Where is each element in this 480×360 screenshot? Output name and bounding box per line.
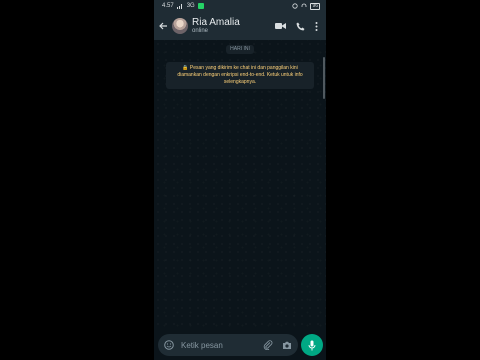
contact-name[interactable]: Ria Amalia xyxy=(192,17,275,28)
battery-indicator: 96 xyxy=(310,2,320,10)
whatsapp-notification-icon xyxy=(197,3,204,9)
avatar[interactable] xyxy=(172,18,188,34)
signal-icon xyxy=(176,3,184,9)
status-bar: 4.57 3G 96 xyxy=(154,0,326,12)
chat-scrollbar[interactable] xyxy=(323,57,325,99)
status-time: 4.57 xyxy=(162,3,174,9)
video-call-icon[interactable] xyxy=(275,22,286,30)
attach-icon[interactable] xyxy=(263,340,273,350)
mic-icon xyxy=(308,340,316,351)
mic-button[interactable] xyxy=(301,334,323,356)
alarm-icon xyxy=(292,3,299,9)
network-type: 3G xyxy=(186,3,195,9)
encryption-notice[interactable]: 🔒 Pesan yang dikirim ke chat ini dan pan… xyxy=(166,62,314,89)
phone-icon[interactable] xyxy=(296,22,305,31)
headset-icon xyxy=(301,3,307,9)
back-arrow-icon[interactable] xyxy=(158,21,170,31)
contact-info[interactable]: Ria Amalia online xyxy=(192,17,275,35)
chat-header: Ria Amalia online xyxy=(154,12,326,40)
chat-area[interactable]: HARI INI 🔒 Pesan yang dikirim ke chat in… xyxy=(154,40,326,330)
message-composer xyxy=(158,334,298,356)
date-chip: HARI INI xyxy=(226,45,254,54)
emoji-icon[interactable] xyxy=(164,340,174,350)
message-input[interactable] xyxy=(179,339,263,351)
camera-icon[interactable] xyxy=(282,341,292,350)
more-vertical-icon[interactable] xyxy=(315,21,318,31)
phone-screen: 4.57 3G 96 Ria Amalia online HARI INI 🔒 … xyxy=(154,0,326,360)
contact-status: online xyxy=(192,28,209,34)
